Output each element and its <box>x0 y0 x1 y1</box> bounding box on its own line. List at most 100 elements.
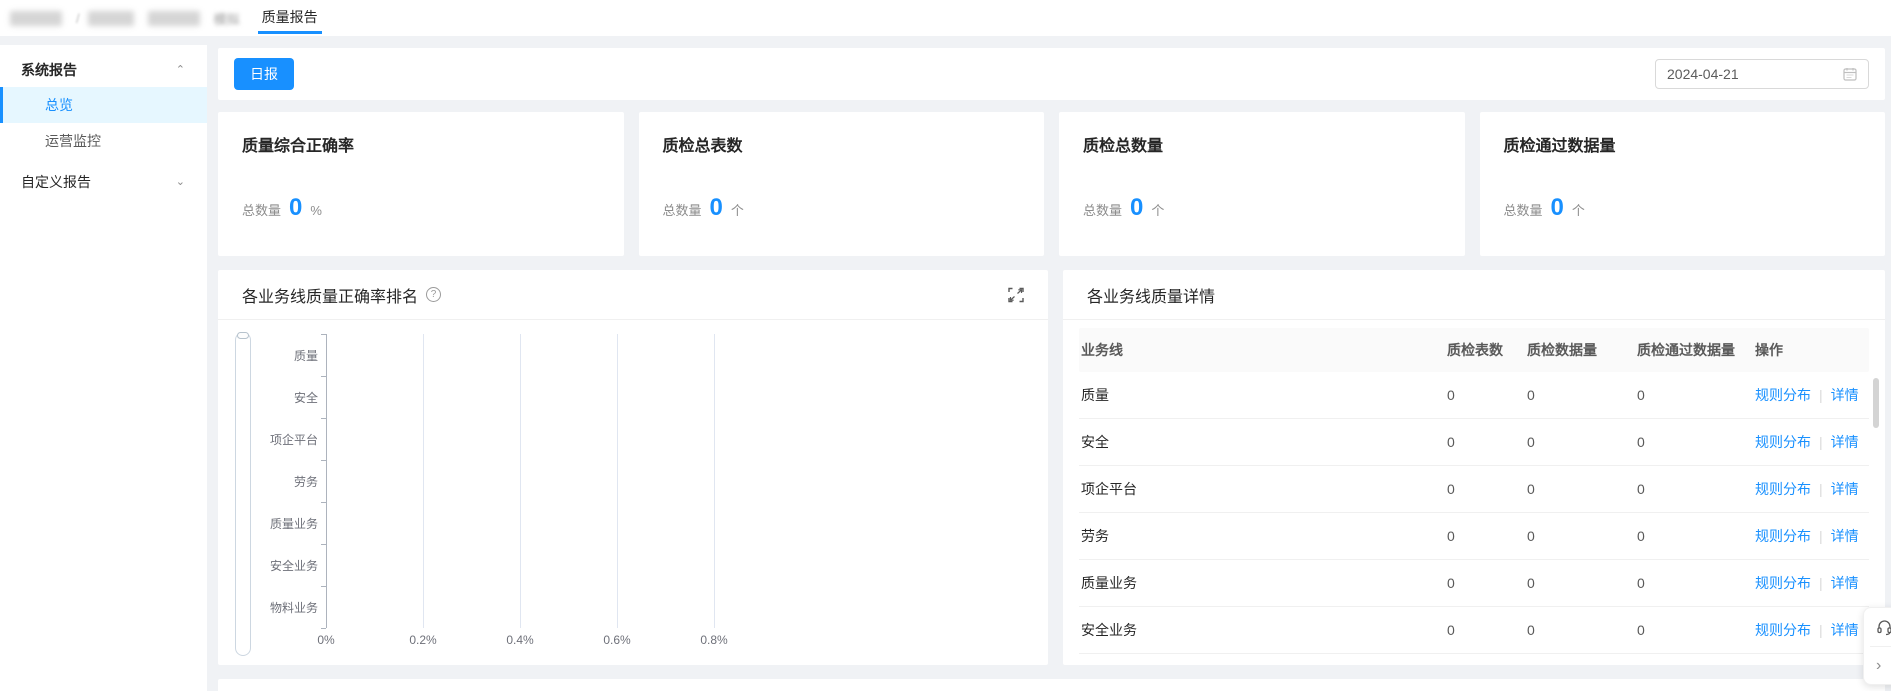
chart-axis-tick <box>321 460 326 461</box>
stat-value: 0 <box>1130 194 1143 222</box>
stat-value: 0 <box>289 194 302 222</box>
daily-report-button[interactable]: 日报 <box>234 58 294 90</box>
table-scrollbar-thumb[interactable] <box>1873 378 1879 428</box>
collapse-widget-button[interactable]: › <box>1864 647 1891 685</box>
action-separator: | <box>1819 622 1823 638</box>
table-row: 劳务000规则分布|详情 <box>1079 513 1869 560</box>
stat-card: 质检总表数 总数量 0 个 <box>639 112 1045 256</box>
table-column-header: 质检通过数据量 <box>1637 340 1755 360</box>
chart-category-label: 安全 <box>218 389 318 406</box>
chart-axis-tick <box>321 544 326 545</box>
table-row: 项企平台000规则分布|详情 <box>1079 466 1869 513</box>
actions-cell: 规则分布 | 详情 <box>1755 385 1869 405</box>
chart-y-axis-labels: 质量安全项企平台劳务质量业务安全业务物料业务 <box>218 334 318 628</box>
stat-unit: % <box>310 203 322 218</box>
chart-x-tick-label: 0% <box>317 633 334 647</box>
detail-link[interactable]: 详情 <box>1831 575 1859 591</box>
tab-quality-report-label: 质量报告 <box>262 9 318 25</box>
stat-unit: 个 <box>1572 200 1585 219</box>
table-header-row: 业务线质检表数质检数据量质检通过数据量操作 <box>1079 328 1869 372</box>
rule-distribution-link[interactable]: 规则分布 <box>1755 528 1811 544</box>
chart-card-header: 各业务线质量正确率排名 ? <box>218 270 1048 320</box>
stat-card-title: 质量综合正确率 <box>242 132 600 156</box>
top-tab-bar: / 模拟 质量报告 <box>0 0 1891 36</box>
count-cell: 0 <box>1527 622 1637 638</box>
table-title: 各业务线质量详情 <box>1087 283 1215 307</box>
rule-distribution-link[interactable]: 规则分布 <box>1755 387 1811 403</box>
count-cell: 0 <box>1447 387 1527 403</box>
table-column-header: 操作 <box>1755 340 1869 360</box>
actions-cell: 规则分布|详情 <box>1755 573 1869 593</box>
sidebar: 系统报告 ⌃ 总览 运营监控 自定义报告 ⌄ <box>0 45 207 691</box>
sidebar-item-overview[interactable]: 总览 <box>0 87 207 123</box>
count-cell: 0 <box>1527 434 1637 450</box>
detail-link[interactable]: 详情 <box>1831 387 1859 403</box>
stat-label: 总数量 <box>242 200 281 219</box>
action-separator: | <box>1819 481 1823 497</box>
sidebar-group-system-report[interactable]: 系统报告 ⌃ <box>0 53 207 87</box>
rule-distribution-link[interactable]: 规则分布 <box>1755 575 1811 591</box>
chart-category-label: 安全业务 <box>218 557 318 574</box>
count-cell: 0 <box>1637 575 1755 591</box>
sidebar-group-label: 自定义报告 <box>21 174 91 190</box>
chart-gridline <box>520 334 521 628</box>
count-cell: 0 <box>1527 575 1637 591</box>
quality-detail-table-card: 各业务线质量详情 业务线质检表数质检数据量质检通过数据量操作 质量000规则分布… <box>1063 270 1885 665</box>
detail-link[interactable]: 详情 <box>1831 434 1859 450</box>
chevron-right-icon: › <box>1876 657 1881 675</box>
toolbar-card: 日报 2024-04-21 <box>218 48 1885 100</box>
redacted-tab[interactable] <box>148 11 200 26</box>
action-separator: | <box>1819 434 1823 450</box>
actions-cell: 规则分布 | 详情 <box>1755 620 1869 640</box>
customer-service-button[interactable] <box>1864 608 1891 646</box>
help-question-icon[interactable]: ? <box>426 287 441 302</box>
chart-x-tick-label: 0.6% <box>603 633 630 647</box>
action-separator: | <box>1819 387 1823 403</box>
chart-axis-tick <box>321 334 326 335</box>
redacted-tab[interactable] <box>10 11 62 26</box>
chart-gridline <box>423 334 424 628</box>
date-value: 2024-04-21 <box>1667 66 1843 82</box>
count-cell: 0 <box>1527 387 1637 403</box>
stat-label: 总数量 <box>1083 200 1122 219</box>
table-row: 质量业务000规则分布|详情 <box>1079 560 1869 607</box>
chart-title: 各业务线质量正确率排名 <box>242 283 418 307</box>
table: 业务线质检表数质检数据量质检通过数据量操作 质量000规则分布|详情安全000规… <box>1063 320 1885 654</box>
sidebar-group-custom-report[interactable]: 自定义报告 ⌄ <box>0 165 207 199</box>
date-picker-input[interactable]: 2024-04-21 <box>1655 59 1869 89</box>
actions-cell: 规则分布 | 详情 <box>1755 526 1869 546</box>
chart-plot-area <box>326 334 938 628</box>
count-cell: 0 <box>1527 528 1637 544</box>
count-cell: 0 <box>1447 481 1527 497</box>
table-column-header: 质检数据量 <box>1527 340 1637 360</box>
rule-distribution-link[interactable]: 规则分布 <box>1755 481 1811 497</box>
redacted-tab-partial-text[interactable]: 模拟 <box>214 9 240 28</box>
active-tab-underline <box>258 31 322 34</box>
stat-label: 总数量 <box>1504 200 1543 219</box>
chart-x-tick-label: 0.8% <box>700 633 727 647</box>
count-cell: 0 <box>1527 481 1637 497</box>
chart-axis-tick <box>321 376 326 377</box>
business-line-cell: 劳务 <box>1081 526 1447 546</box>
rule-distribution-link[interactable]: 规则分布 <box>1755 622 1811 638</box>
actions-cell: 规则分布 | 详情 <box>1755 432 1869 452</box>
business-line-cell: 安全 <box>1081 432 1447 452</box>
stat-card: 质检总数量 总数量 0 个 <box>1059 112 1465 256</box>
stat-label: 总数量 <box>663 200 702 219</box>
action-separator: | <box>1819 528 1823 544</box>
count-cell: 0 <box>1637 528 1755 544</box>
redacted-tab[interactable] <box>88 11 134 26</box>
detail-link[interactable]: 详情 <box>1831 622 1859 638</box>
chevron-down-icon: ⌄ <box>176 165 185 199</box>
table-column-header: 质检表数 <box>1447 340 1527 360</box>
detail-link[interactable]: 详情 <box>1831 481 1859 497</box>
count-cell: 0 <box>1637 481 1755 497</box>
chart-y-axis-line <box>326 334 327 628</box>
fullscreen-expand-icon[interactable] <box>1008 287 1024 303</box>
sidebar-item-operations-monitoring[interactable]: 运营监控 <box>0 123 207 159</box>
chart-category-label: 项企平台 <box>218 431 318 448</box>
detail-link[interactable]: 详情 <box>1831 528 1859 544</box>
rule-distribution-link[interactable]: 规则分布 <box>1755 434 1811 450</box>
tab-quality-report[interactable]: 质量报告 <box>258 0 322 36</box>
business-line-cell: 安全业务 <box>1081 620 1447 640</box>
